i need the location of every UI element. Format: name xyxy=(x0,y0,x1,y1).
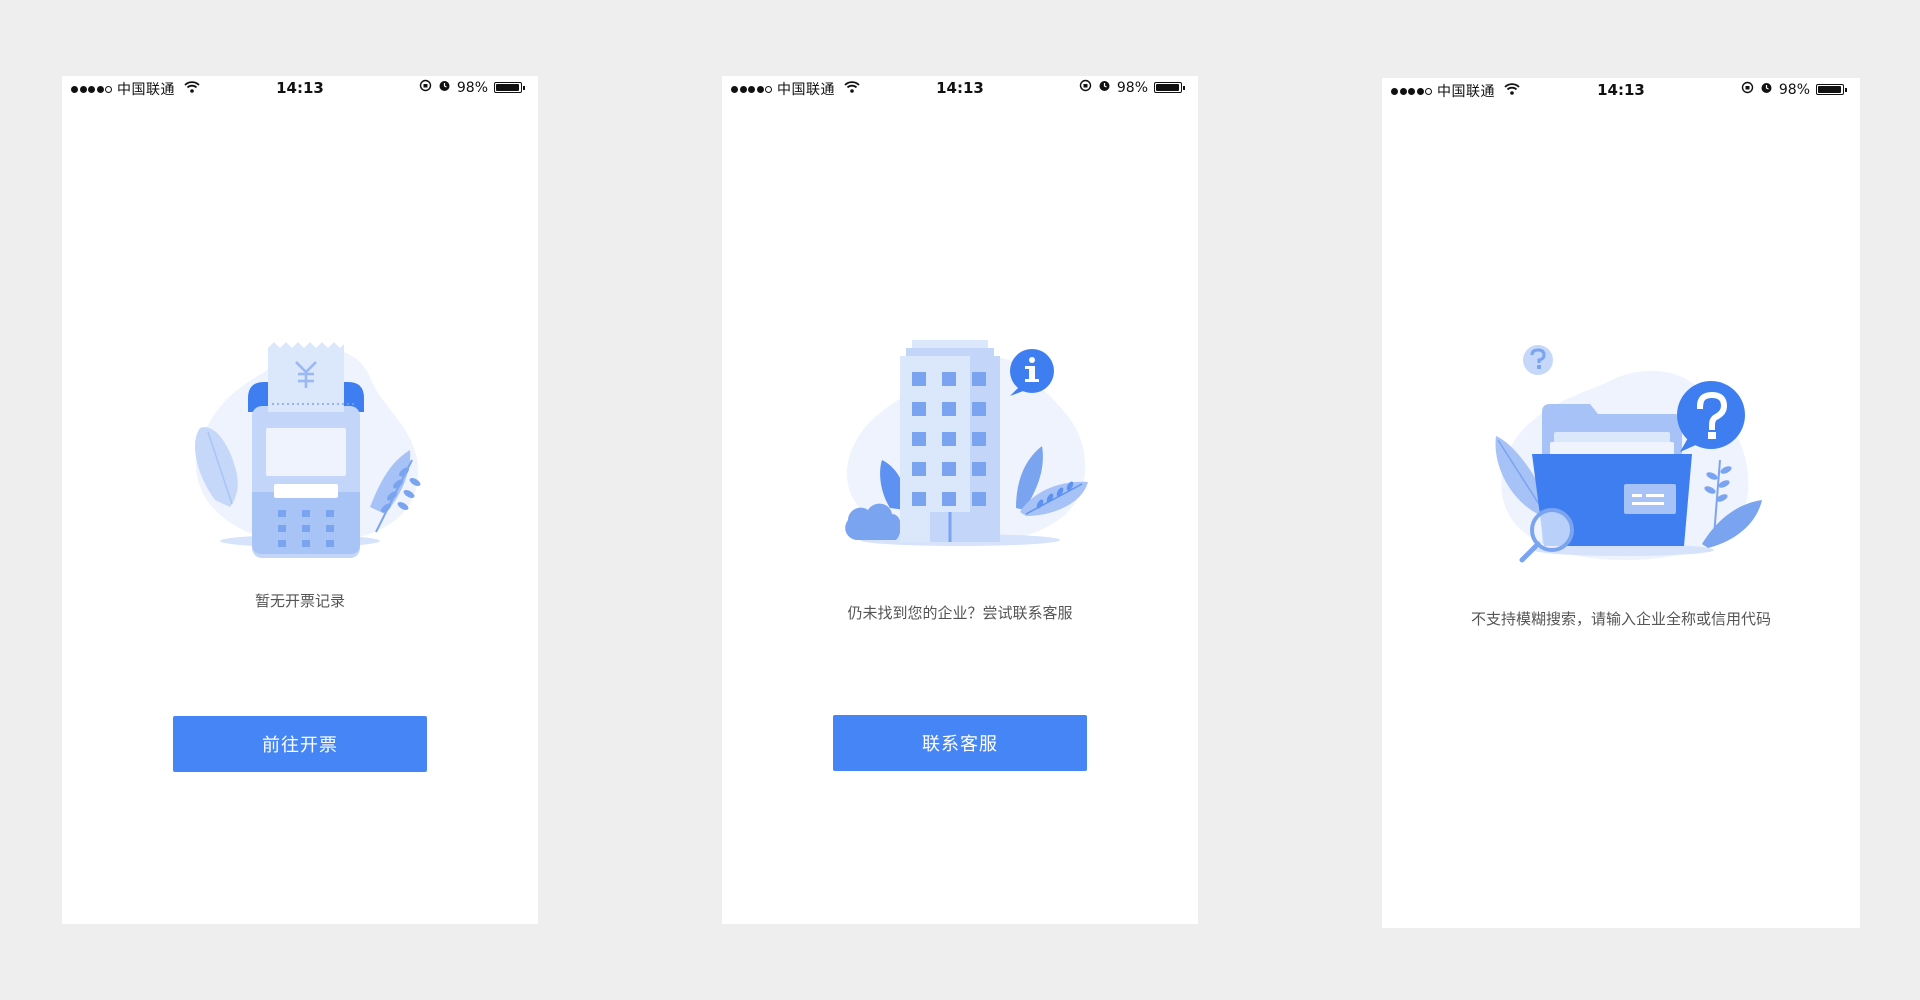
orientation-lock-icon xyxy=(419,79,432,96)
empty-message: 暂无开票记录 xyxy=(254,592,345,610)
screen-no-fuzzy-search: 中国联通 14:13 98% 不支持模糊搜索，请输入企业全称或信用代码 xyxy=(1382,78,1860,928)
orientation-lock-icon xyxy=(1079,79,1092,96)
status-bar: 中国联通 14:13 98% xyxy=(722,76,1198,102)
status-bar: 中国联通 14:13 98% xyxy=(62,76,538,102)
contact-support-button[interactable]: 联系客服 xyxy=(833,715,1087,771)
small-question-icon xyxy=(1523,345,1553,375)
empty-message: 仍未找到您的企业？尝试联系客服 xyxy=(847,604,1073,622)
alarm-icon xyxy=(438,79,451,96)
battery-percent: 98% xyxy=(1116,79,1148,96)
office-building-info-icon xyxy=(820,282,1100,572)
battery-icon xyxy=(1154,82,1185,93)
screen-company-not-found: 中国联通 14:13 98% 仍未找到您的企业？尝试联系客服 联系客服 xyxy=(722,76,1198,924)
status-right: 98% xyxy=(1741,81,1847,98)
folder-search-question-icon xyxy=(1484,304,1764,594)
status-bar: 中国联通 14:13 98% xyxy=(1382,78,1860,104)
battery-percent: 98% xyxy=(1778,81,1810,98)
empty-message: 不支持模糊搜索，请输入企业全称或信用代码 xyxy=(1470,610,1771,628)
battery-percent: 98% xyxy=(456,79,488,96)
screen-no-invoice: 中国联通 14:13 98% 暂无开票记录 前往开票 xyxy=(62,76,538,924)
alarm-icon xyxy=(1760,81,1773,98)
status-right: 98% xyxy=(1079,79,1185,96)
go-invoice-button[interactable]: 前往开票 xyxy=(173,716,427,772)
alarm-icon xyxy=(1098,79,1111,96)
orientation-lock-icon xyxy=(1741,81,1754,98)
battery-icon xyxy=(494,82,525,93)
status-right: 98% xyxy=(419,79,525,96)
pos-terminal-receipt-icon xyxy=(160,282,440,572)
battery-icon xyxy=(1816,84,1847,95)
